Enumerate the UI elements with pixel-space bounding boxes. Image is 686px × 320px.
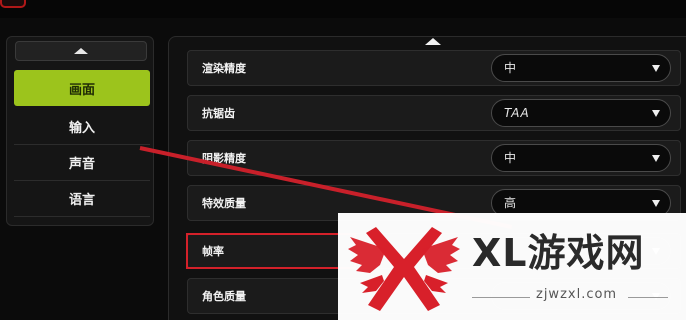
- setting-row-anti-aliasing: 抗锯齿 TAA: [187, 95, 681, 131]
- winged-x-logo-icon: [348, 227, 460, 311]
- scroll-up-icon[interactable]: [425, 38, 441, 45]
- sidebar-item-label: 声音: [68, 157, 95, 172]
- chevron-down-icon: [652, 155, 660, 162]
- watermark-brand: XL游戏网: [472, 231, 645, 275]
- chevron-down-icon: [652, 110, 660, 117]
- dropdown-value: TAA: [504, 106, 530, 120]
- render-precision-dropdown[interactable]: 中: [491, 54, 671, 82]
- sidebar-item-language[interactable]: 语言: [14, 181, 150, 217]
- sidebar-item-label: 输入: [68, 121, 95, 136]
- setting-label: 特效质量: [202, 197, 246, 210]
- watermark-url: zjwzxl.com: [536, 287, 618, 302]
- setting-label: 角色质量: [202, 290, 246, 303]
- setting-label: 阴影精度: [202, 152, 246, 165]
- divider: [628, 297, 668, 298]
- chevron-down-icon: [652, 65, 660, 72]
- setting-label: 抗锯齿: [202, 107, 235, 120]
- annotation-highlight-box: [186, 233, 356, 269]
- sidebar-scroll-up-button[interactable]: [15, 41, 147, 61]
- setting-row-render-precision: 渲染精度 中: [187, 50, 681, 86]
- dropdown-value: 中: [504, 61, 517, 75]
- back-button[interactable]: [0, 0, 26, 8]
- watermark: XL游戏网 zjwzxl.com: [338, 213, 686, 320]
- top-bar: [0, 0, 686, 18]
- caret-up-icon: [74, 48, 88, 54]
- chevron-down-icon: [652, 200, 660, 207]
- sidebar-item-sound[interactable]: 声音: [14, 145, 150, 181]
- sidebar-item-display[interactable]: 画面: [14, 70, 150, 106]
- shadow-precision-dropdown[interactable]: 中: [491, 144, 671, 172]
- setting-row-shadow-precision: 阴影精度 中: [187, 140, 681, 176]
- sidebar-item-input[interactable]: 输入: [14, 109, 150, 145]
- anti-aliasing-dropdown[interactable]: TAA: [491, 99, 671, 127]
- sidebar-item-label: 语言: [68, 193, 95, 208]
- dropdown-value: 中: [504, 151, 517, 165]
- divider: [472, 297, 530, 298]
- sidebar-item-label: 画面: [68, 82, 95, 98]
- setting-label: 渲染精度: [202, 62, 246, 75]
